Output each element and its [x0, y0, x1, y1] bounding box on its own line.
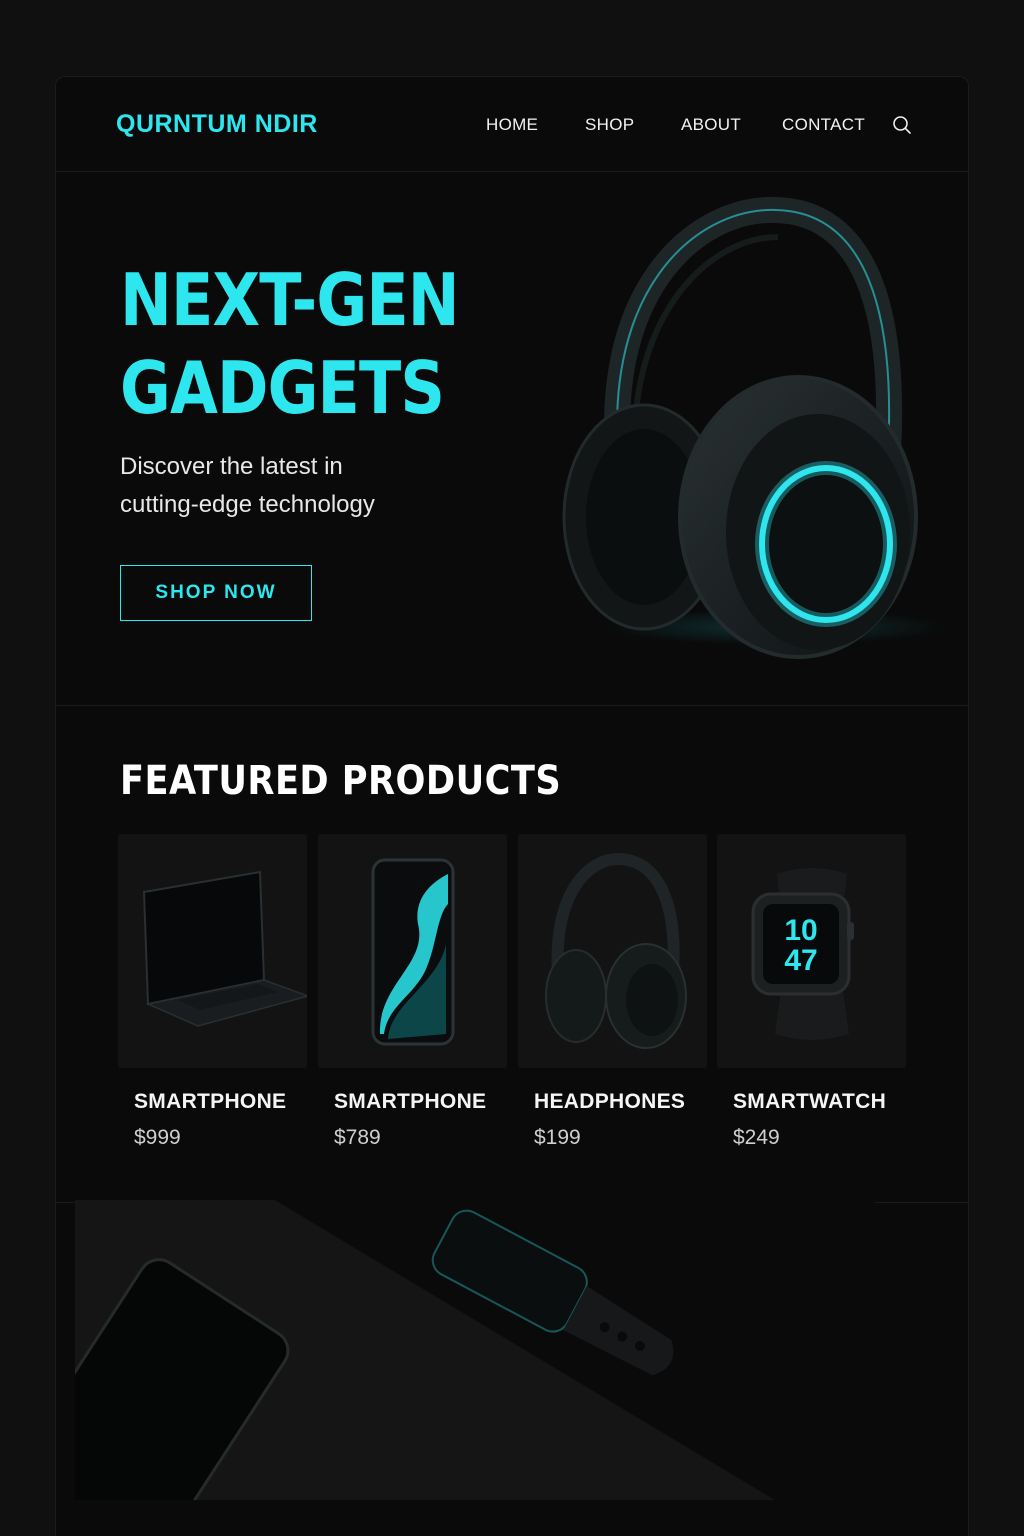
product-price: $199 — [534, 1126, 581, 1149]
featured-products-section: FEATURED PRODUCTS SMARTPHONE $999 SMARTP… — [56, 706, 968, 1203]
nav-shop-link[interactable]: SHOP — [585, 115, 634, 135]
watch-minute-text: 47 — [784, 944, 817, 977]
nav-about-link[interactable]: ABOUT — [681, 115, 741, 135]
smartphone-image — [318, 834, 507, 1068]
product-price: $789 — [334, 1126, 381, 1149]
product-name: SMARTPHONE — [134, 1090, 287, 1113]
featured-products-title: FEATURED PRODUCTS — [120, 758, 562, 804]
product-price: $249 — [733, 1126, 780, 1149]
nav-home-link[interactable]: HOME — [486, 115, 538, 135]
product-price: $999 — [134, 1126, 181, 1149]
headphones-image — [518, 834, 707, 1068]
product-name: SMARTPHONE — [334, 1090, 487, 1113]
search-icon[interactable] — [892, 115, 912, 135]
smartwatch-image: 10 47 — [717, 834, 906, 1068]
product-card[interactable]: SMARTPHONE $999 — [118, 834, 307, 1164]
product-name: SMARTWATCH — [733, 1090, 887, 1113]
hero-subtitle-line-2: cutting-edge technology — [120, 491, 375, 518]
nav-contact-link[interactable]: CONTACT — [782, 115, 865, 135]
product-card[interactable]: 10 47 SMARTWATCH $249 — [717, 834, 906, 1164]
product-name: HEADPHONES — [534, 1090, 686, 1113]
brand-logo[interactable]: QURNTUM NDIR — [116, 110, 318, 139]
top-navigation: QURNTUM NDIR HOME SHOP ABOUT CONTACT — [56, 77, 968, 172]
hero-title-line-2: GADGETS — [120, 346, 445, 430]
promo-banner-image — [75, 1200, 875, 1500]
hero-section: NEXT-GEN GADGETS Discover the latest in … — [56, 172, 968, 706]
hero-subtitle: Discover the latest in cutting-edge tech… — [120, 448, 460, 524]
product-card[interactable]: HEADPHONES $199 — [518, 834, 707, 1164]
hero-subtitle-line-1: Discover the latest in — [120, 453, 343, 480]
hero-title: NEXT-GEN GADGETS — [120, 256, 533, 432]
hero-title-line-1: NEXT-GEN — [120, 258, 460, 342]
shop-now-button[interactable]: SHOP NOW — [120, 565, 312, 621]
laptop-image — [118, 834, 307, 1068]
watch-hour-text: 10 — [784, 914, 817, 947]
hero-headphones-image — [526, 182, 946, 682]
product-card[interactable]: SMARTPHONE $789 — [318, 834, 507, 1164]
